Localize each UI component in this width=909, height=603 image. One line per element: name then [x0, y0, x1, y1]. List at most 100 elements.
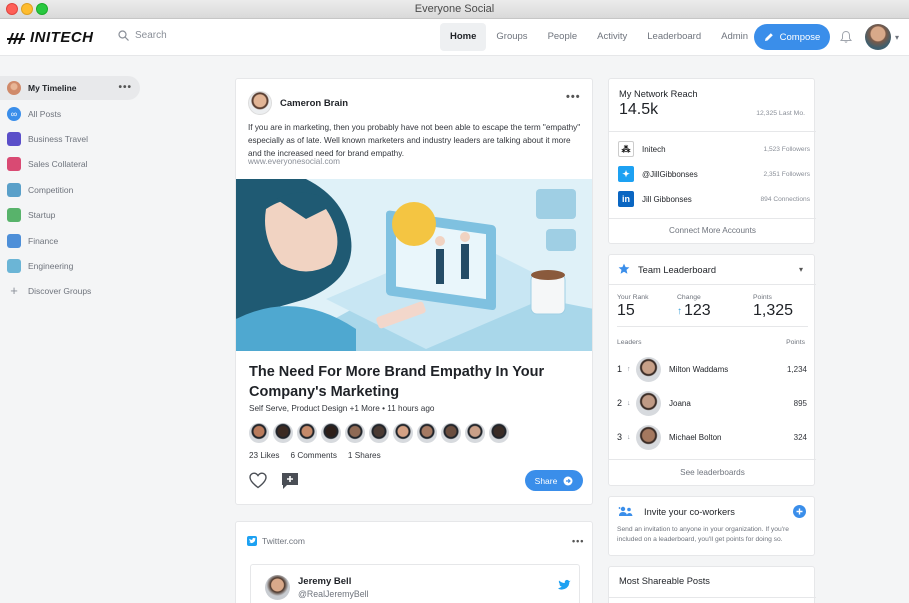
sidebar-item-competition[interactable]: Competition: [0, 177, 140, 202]
liker-avatar[interactable]: [417, 423, 437, 443]
sidebar-item-label: Startup: [28, 210, 56, 221]
sidebar-item-all-posts[interactable]: ∞ All Posts: [0, 101, 140, 126]
account-row[interactable]: ⁂ Initech 1,523 Followers: [618, 141, 810, 157]
liker-avatar[interactable]: [393, 423, 413, 443]
leader-rank: 1: [617, 364, 623, 374]
chart-icon: [7, 233, 21, 248]
account-row[interactable]: in Jill Gibbonses 894 Connections: [618, 191, 810, 207]
add-people-icon: [618, 506, 633, 516]
post-more-menu[interactable]: •••: [566, 91, 581, 103]
your-rank-label: Your Rank: [617, 294, 649, 301]
tweet-more-menu[interactable]: •••: [572, 536, 584, 546]
window-title: Everyone Social: [414, 3, 495, 15]
account-name: Initech: [642, 144, 666, 154]
arrow-down-icon: ↓: [627, 433, 631, 441]
leader-avatar: [636, 424, 661, 450]
add-circle-icon[interactable]: [793, 505, 806, 518]
brand-logo[interactable]: INITECH: [6, 29, 94, 46]
notifications-bell-icon[interactable]: [839, 30, 853, 44]
liker-avatar[interactable]: [321, 423, 341, 443]
leader-points: 895: [793, 398, 807, 408]
liker-avatar[interactable]: [297, 423, 317, 443]
points-column-label: Points: [786, 339, 805, 346]
account-row[interactable]: ✦ @JillGibbonses 2,351 Followers: [618, 166, 810, 182]
sidebar-item-business-travel[interactable]: Business Travel: [0, 126, 140, 151]
leader-name: Michael Bolton: [669, 432, 722, 442]
sidebar-item-label: Sales Collateral: [28, 159, 88, 170]
search-placeholder: Search: [135, 30, 167, 41]
rocket-icon: [7, 208, 21, 223]
liker-avatar[interactable]: [441, 423, 461, 443]
shares-count[interactable]: 1 Shares: [348, 451, 381, 460]
invite-coworkers-card: Invite your co-workers Send an invitatio…: [608, 496, 815, 556]
comments-count[interactable]: 6 Comments: [291, 451, 337, 460]
compose-button[interactable]: Compose: [754, 24, 830, 50]
leader-points: 1,234: [786, 364, 807, 374]
leader-row[interactable]: 2 ↓ Joana 895: [617, 388, 807, 418]
liker-avatar[interactable]: [249, 423, 269, 443]
nav-link-activity[interactable]: Activity: [587, 23, 637, 51]
connect-more-accounts-link[interactable]: Connect More Accounts: [609, 226, 816, 235]
twitter-icon: [247, 536, 257, 546]
sidebar-item-startup[interactable]: Startup: [0, 203, 140, 228]
leader-row[interactable]: 3 ↓ Michael Bolton 324: [617, 422, 807, 452]
post-author[interactable]: Cameron Brain: [280, 98, 348, 109]
sidebar-item-my-timeline[interactable]: My Timeline •••: [0, 76, 140, 100]
sidebar-item-discover-groups[interactable]: + Discover Groups: [0, 279, 140, 304]
search-input[interactable]: Search: [118, 30, 167, 41]
points-value: 1,325: [753, 302, 794, 319]
post-url[interactable]: www.everyonesocial.com: [248, 157, 340, 166]
chevron-down-icon[interactable]: ▾: [799, 265, 803, 274]
plus-icon: +: [10, 283, 18, 299]
network-reach-value: 14.5k: [619, 101, 659, 118]
change-label: Change: [677, 294, 701, 301]
embedded-tweet[interactable]: Jeremy Bell @RealJeremyBell: [250, 564, 580, 603]
nav-link-people[interactable]: People: [538, 23, 588, 51]
post-hero-illustration[interactable]: [236, 179, 593, 351]
more-options-icon[interactable]: •••: [118, 82, 132, 93]
account-follower-count: 1,523 Followers: [763, 145, 810, 153]
heart-icon[interactable]: [249, 472, 267, 489]
see-leaderboards-link[interactable]: See leaderboards: [609, 468, 816, 477]
twitter-bird-icon: [558, 579, 571, 590]
leader-row[interactable]: 1 ↑ Milton Waddams 1,234: [617, 354, 807, 384]
chevron-down-icon[interactable]: ▾: [895, 33, 899, 42]
nav-link-home[interactable]: Home: [440, 23, 487, 51]
invite-title[interactable]: Invite your co-workers: [644, 507, 735, 517]
leader-name: Joana: [669, 398, 691, 408]
nav-link-groups[interactable]: Groups: [486, 23, 537, 51]
share-button[interactable]: Share: [525, 470, 583, 491]
leader-rank: 2: [617, 398, 623, 408]
main-nav: Home Groups People Activity Leaderboard Admin: [440, 23, 758, 51]
tweet-source-label[interactable]: Twitter.com: [262, 536, 305, 546]
divider: [609, 597, 816, 598]
leaders-label: Leaders: [617, 339, 642, 346]
sidebar-item-finance[interactable]: Finance: [0, 228, 140, 253]
liker-avatar[interactable]: [489, 423, 509, 443]
post-card: Cameron Brain ••• If you are in marketin…: [235, 78, 593, 505]
liker-avatar[interactable]: [465, 423, 485, 443]
nav-link-leaderboard[interactable]: Leaderboard: [637, 23, 711, 51]
account-name: Jill Gibbonses: [642, 194, 692, 204]
liker-avatar[interactable]: [369, 423, 389, 443]
sidebar-item-label: Competition: [28, 184, 74, 195]
likes-count[interactable]: 23 Likes: [249, 451, 280, 460]
briefcase-icon: [7, 132, 21, 147]
compose-label: Compose: [779, 31, 821, 43]
author-avatar[interactable]: [248, 91, 272, 115]
top-navigation: INITECH Search Home Groups People Activity L…: [0, 19, 909, 56]
user-avatar[interactable]: [865, 24, 891, 50]
nav-link-admin[interactable]: Admin: [711, 23, 758, 51]
liker-avatar[interactable]: [273, 423, 293, 443]
sidebar-item-engineering[interactable]: Engineering: [0, 253, 140, 278]
post-title[interactable]: The Need For More Brand Empathy In Your …: [249, 362, 569, 402]
comment-icon[interactable]: [281, 472, 299, 490]
liker-avatar[interactable]: [345, 423, 365, 443]
arrow-up-icon: ↑: [627, 365, 631, 373]
divider: [617, 326, 808, 327]
tweet-source: Twitter.com: [247, 536, 305, 546]
most-shareable-title: Most Shareable Posts: [619, 576, 710, 586]
sidebar-item-sales-collateral[interactable]: Sales Collateral: [0, 152, 140, 177]
network-reach-title: My Network Reach: [619, 89, 698, 99]
arrow-up-icon: ↑: [677, 305, 682, 317]
